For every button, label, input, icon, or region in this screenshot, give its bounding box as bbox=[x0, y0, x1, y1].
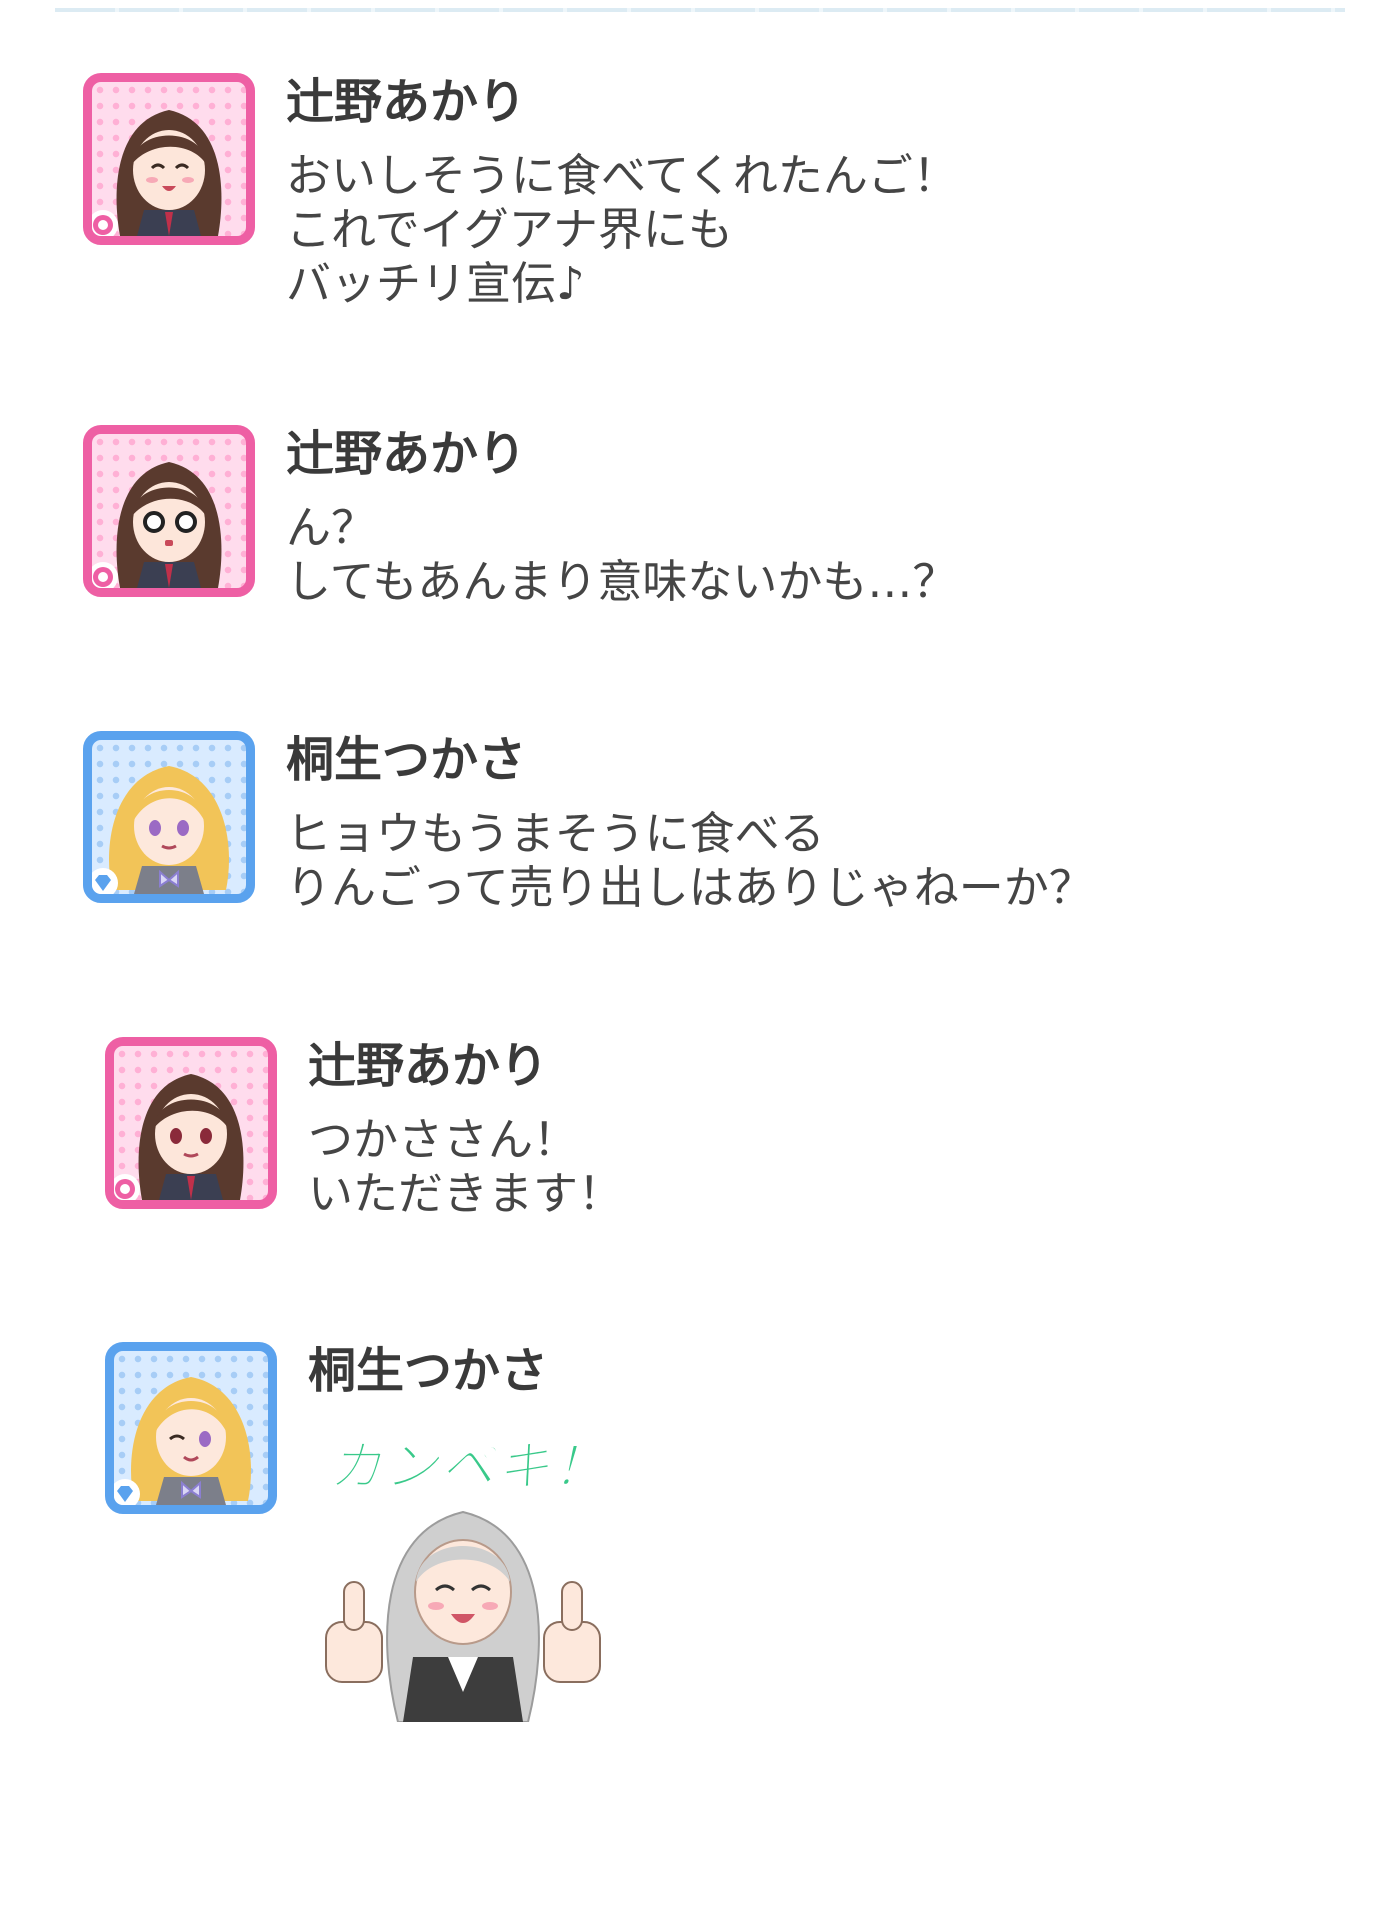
avatar-tsukasa[interactable] bbox=[105, 1342, 277, 1514]
tsukasa-portrait bbox=[108, 766, 230, 894]
cute-flower-icon bbox=[92, 210, 118, 236]
avatar-tsukasa[interactable] bbox=[83, 731, 255, 903]
top-divider bbox=[55, 8, 1345, 12]
akari-portrait bbox=[116, 110, 222, 236]
message-text: おいしそうに食べてくれたんご！ これでイグアナ界にも バッチリ宣伝♪ bbox=[286, 149, 958, 310]
avatar-akari[interactable] bbox=[83, 425, 255, 597]
speaker-name: 桐生つかさ bbox=[308, 1343, 549, 1399]
cute-flower-icon bbox=[92, 562, 118, 588]
cool-diamond-icon bbox=[92, 868, 118, 894]
message-text: ん？ してもあんまり意味ないかも…？ bbox=[286, 501, 958, 608]
cute-flower-icon bbox=[114, 1174, 140, 1200]
akari-portrait bbox=[116, 462, 222, 588]
sticker-image[interactable]: カンペキ！ bbox=[308, 1422, 618, 1722]
avatar-akari[interactable] bbox=[105, 1037, 277, 1209]
akari-portrait bbox=[138, 1074, 244, 1200]
speaker-name: 辻野あかり bbox=[308, 1038, 549, 1094]
cool-diamond-icon bbox=[114, 1479, 140, 1505]
sticker-character bbox=[325, 1510, 601, 1722]
message-text: ヒョウもうまそうに食べる りんごって売り出しはありじゃねーか？ bbox=[286, 807, 1094, 914]
speaker-name: 辻野あかり bbox=[286, 426, 527, 482]
speaker-name: 桐生つかさ bbox=[286, 732, 527, 788]
tsukasa-portrait bbox=[130, 1377, 252, 1505]
avatar-akari[interactable] bbox=[83, 73, 255, 245]
message-text: つかささん！ いただきます！ bbox=[308, 1113, 624, 1220]
speaker-name: 辻野あかり bbox=[286, 74, 527, 130]
